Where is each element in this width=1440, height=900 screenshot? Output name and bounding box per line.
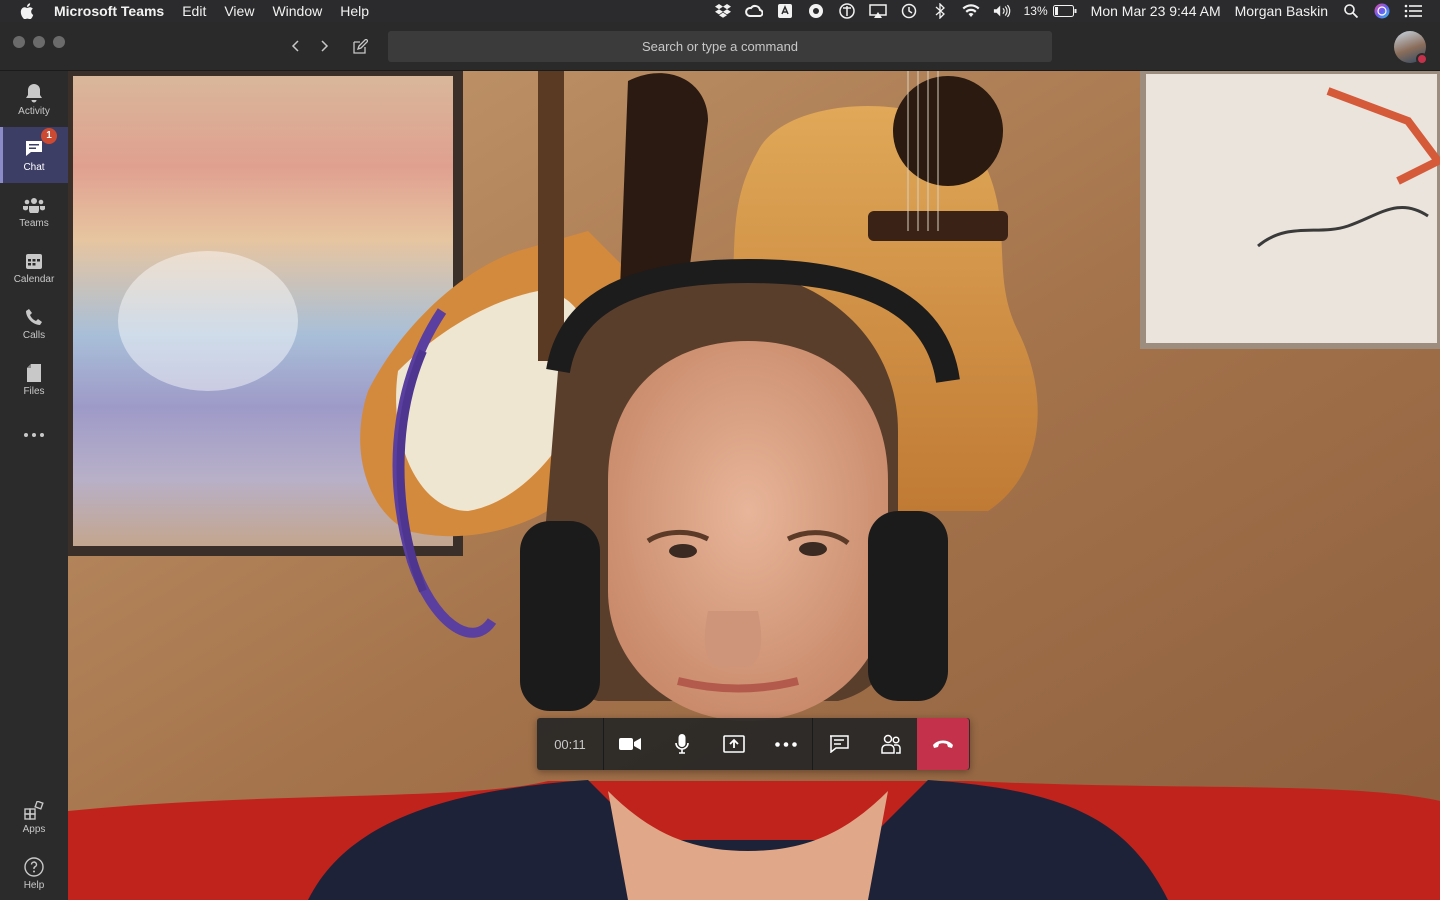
rail-label-chat: Chat: [23, 161, 45, 173]
menu-help[interactable]: Help: [340, 0, 369, 22]
more-actions-button[interactable]: [760, 718, 812, 770]
chevron-left-icon: [291, 40, 299, 52]
creative-cloud-icon[interactable]: [744, 3, 763, 19]
menu-user-name[interactable]: Morgan Baskin: [1235, 0, 1328, 22]
siri-icon[interactable]: [1373, 3, 1391, 19]
volume-icon[interactable]: [993, 3, 1011, 19]
rail-item-activity[interactable]: Activity: [0, 71, 68, 127]
minimize-window-button[interactable]: [33, 36, 45, 48]
dropbox-icon[interactable]: [714, 3, 732, 19]
rail-more-button[interactable]: [0, 407, 68, 463]
menu-clock[interactable]: Mon Mar 23 9:44 AM: [1091, 0, 1221, 22]
rail-item-calendar[interactable]: Calendar: [0, 239, 68, 295]
rail-label-calls: Calls: [22, 329, 46, 341]
rail-label-calendar: Calendar: [13, 273, 55, 285]
rail-label-teams: Teams: [19, 217, 49, 229]
rail-item-files[interactable]: Files: [0, 351, 68, 407]
menu-bar-tray: 13% Mon Mar 23 9:44 AM Morgan Baskin: [714, 0, 1440, 22]
wifi-icon[interactable]: [962, 3, 980, 19]
rail-item-teams[interactable]: Teams: [0, 183, 68, 239]
battery-percent: 13%: [1023, 4, 1048, 18]
participant-video-feed: [68, 71, 1440, 900]
microphone-icon: [675, 734, 689, 754]
camera-toggle-button[interactable]: [604, 718, 656, 770]
more-icon: [23, 424, 45, 446]
help-icon: [23, 856, 45, 878]
rail-label-help: Help: [23, 879, 45, 891]
apps-icon: [23, 800, 45, 822]
teams-icon: [23, 194, 45, 216]
text-icon[interactable]: [776, 3, 794, 19]
bell-icon: [23, 82, 45, 104]
menu-window[interactable]: Window: [272, 0, 322, 22]
calendar-icon: [23, 250, 45, 272]
more-options-icon: [775, 741, 797, 747]
menu-edit[interactable]: Edit: [182, 0, 206, 22]
call-timer: 00:11: [537, 718, 604, 770]
back-button[interactable]: [285, 35, 307, 57]
notification-center-icon[interactable]: [1404, 3, 1422, 19]
show-participants-button[interactable]: [865, 718, 917, 770]
chevron-right-icon: [321, 40, 329, 52]
spotlight-icon[interactable]: [1342, 3, 1360, 19]
menu-app-name[interactable]: Microsoft Teams: [54, 0, 164, 22]
share-screen-icon: [723, 735, 745, 753]
bluetooth-icon[interactable]: [931, 3, 949, 19]
rail-item-help[interactable]: Help: [0, 845, 68, 900]
search-placeholder: Search or type a command: [641, 39, 799, 54]
rail-item-apps[interactable]: Apps: [0, 789, 68, 845]
battery-icon[interactable]: [1052, 3, 1078, 19]
mute-toggle-button[interactable]: [656, 718, 708, 770]
rail-item-chat[interactable]: 1 Chat: [0, 127, 68, 183]
video-stage: 00:11: [68, 71, 1440, 900]
forward-button[interactable]: [313, 35, 335, 57]
chat-icon: [830, 735, 849, 753]
compose-icon: [352, 38, 368, 54]
profile-avatar[interactable]: [1394, 31, 1428, 65]
teams-title-bar: Search or type a command: [0, 22, 1440, 71]
command-search-box[interactable]: Search or type a command: [388, 31, 1052, 62]
menu-view[interactable]: View: [224, 0, 254, 22]
airplay-icon[interactable]: [868, 3, 887, 19]
macos-menu-bar: Microsoft Teams Edit View Window Help 13…: [0, 0, 1440, 22]
chat-icon: 1: [23, 127, 57, 160]
video-camera-icon: [619, 738, 641, 750]
app-icon[interactable]: [807, 3, 825, 19]
app-rail: Activity 1 Chat Teams Calendar Calls Fil…: [0, 71, 68, 900]
call-control-bar: 00:11: [537, 718, 970, 770]
presence-indicator: [1416, 53, 1428, 65]
participants-icon: [881, 734, 901, 754]
hang-up-button[interactable]: [917, 718, 969, 770]
phone-icon: [23, 306, 45, 328]
rail-label-apps: Apps: [22, 823, 46, 835]
rail-item-calls[interactable]: Calls: [0, 295, 68, 351]
close-window-button[interactable]: [13, 36, 25, 48]
chat-unread-badge: 1: [41, 127, 57, 144]
rail-label-files: Files: [23, 385, 45, 397]
show-conversation-button[interactable]: [813, 718, 865, 770]
zoom-window-button[interactable]: [53, 36, 65, 48]
new-chat-button[interactable]: [349, 35, 371, 57]
rail-label-activity: Activity: [18, 105, 50, 117]
apple-logo-icon[interactable]: [20, 3, 34, 19]
font-icon[interactable]: [838, 3, 856, 19]
share-screen-button[interactable]: [708, 718, 760, 770]
hang-up-icon: [933, 740, 953, 748]
time-machine-icon[interactable]: [900, 3, 918, 19]
file-icon: [23, 362, 45, 384]
